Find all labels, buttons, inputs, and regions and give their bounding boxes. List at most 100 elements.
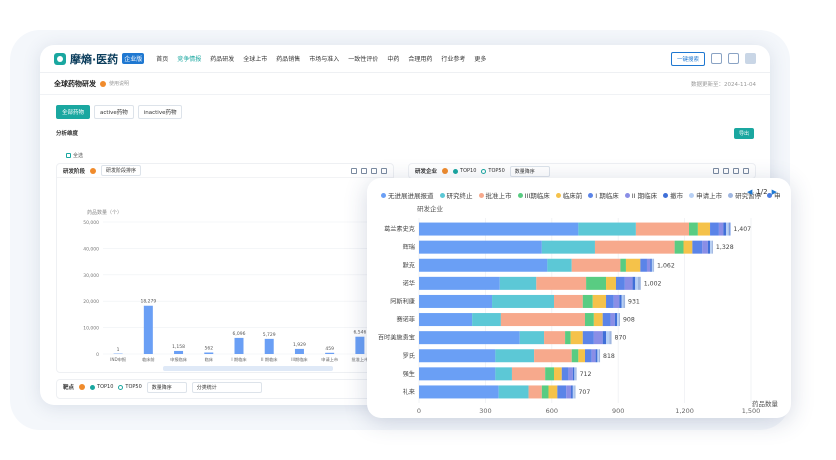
radio-top50[interactable]: TOP50 [481,168,505,174]
bar-segment[interactable] [609,331,612,345]
scrollbar[interactable] [163,366,333,371]
bar-segment[interactable] [606,276,616,290]
bar[interactable] [264,338,274,354]
bar-segment[interactable] [582,294,593,308]
bar-segment[interactable] [707,240,711,254]
bar-segment[interactable] [625,258,641,272]
bar-segment[interactable] [499,276,537,290]
tab-all-drugs[interactable]: 全部药物 [56,105,91,119]
bar-segment[interactable] [568,367,573,381]
bar-segment[interactable] [419,240,542,254]
table-icon[interactable] [723,168,729,174]
bar-segment[interactable] [585,349,592,363]
bar-segment[interactable] [574,367,576,381]
fullscreen-icon[interactable] [713,168,719,174]
bar-segment[interactable] [711,240,713,254]
bar-segment[interactable] [419,349,496,363]
group-select[interactable]: 分类统计 [191,381,262,393]
info-icon[interactable] [79,384,86,390]
bar-segment[interactable] [592,294,607,308]
tab-active-drugs[interactable]: active药物 [94,105,134,119]
bar-segment[interactable] [536,276,587,290]
bar-segment[interactable] [495,367,512,381]
bar-segment[interactable] [635,222,690,236]
bar-segment[interactable] [702,240,708,254]
bar-segment[interactable] [570,331,583,345]
bar-segment[interactable] [620,258,626,272]
bar-segment[interactable] [534,349,572,363]
bar-segment[interactable] [585,313,594,327]
bar-segment[interactable] [646,258,651,272]
bar-segment[interactable] [544,331,566,345]
bar-segment[interactable] [574,385,576,399]
bar-segment[interactable] [613,294,620,308]
sort-select[interactable]: 研发阶段排序 [101,165,142,176]
bar-segment[interactable] [498,385,529,399]
bar-segment[interactable] [692,240,703,254]
bar-segment[interactable] [419,313,473,327]
bar-segment[interactable] [718,222,724,236]
nav-item[interactable]: 药品研发 [210,54,234,63]
sort-select[interactable]: 数量降序 [146,381,187,393]
bar-segment[interactable] [683,240,693,254]
info-icon[interactable] [90,167,97,174]
nav-item[interactable]: 全球上市 [243,54,267,63]
bar-segment[interactable] [653,258,655,272]
logo[interactable]: 摩熵·医药 企业版 [54,51,145,67]
bar-segment[interactable] [545,367,555,381]
bar-segment[interactable] [725,222,729,236]
nav-item[interactable]: 行业参考 [441,54,465,63]
bar-segment[interactable] [511,367,546,381]
bar[interactable] [325,352,335,354]
bar-segment[interactable] [571,385,573,399]
bar-segment[interactable] [729,222,731,236]
bar-segment[interactable] [572,385,575,399]
bar-segment[interactable] [689,222,698,236]
bar-segment[interactable] [419,294,493,308]
bar-segment[interactable] [586,276,607,290]
bar-segment[interactable] [554,367,562,381]
radio-top50[interactable]: TOP50 [118,384,142,390]
bar-segment[interactable] [595,349,598,363]
bar[interactable] [143,305,153,354]
bar-segment[interactable] [419,258,548,272]
bar[interactable] [174,350,184,354]
fullscreen-icon[interactable] [351,167,357,174]
bar-segment[interactable] [565,331,571,345]
bar-segment[interactable] [492,294,555,308]
help-icon[interactable] [100,80,106,87]
bar-segment[interactable] [610,313,615,327]
bar-segment[interactable] [651,258,654,272]
bar-segment[interactable] [640,258,647,272]
bar-segment[interactable] [419,222,579,236]
bar-segment[interactable] [528,385,542,399]
bar-segment[interactable] [602,313,611,327]
bar-segment[interactable] [621,294,624,308]
bar-segment[interactable] [637,276,641,290]
bar[interactable] [234,337,244,354]
tab-inactive-drugs[interactable]: inactive药物 [137,105,183,119]
bar-segment[interactable] [598,349,601,363]
bar-segment[interactable] [561,367,569,381]
bar-segment[interactable] [602,331,607,345]
nav-item[interactable]: 更多 [474,54,486,63]
document-icon[interactable] [728,53,739,64]
info-icon[interactable] [442,168,449,174]
edit-icon[interactable] [711,53,722,64]
bar-segment[interactable] [674,240,684,254]
bar-segment[interactable] [571,258,621,272]
bar-segment[interactable] [554,294,583,308]
bar-segment[interactable] [578,349,585,363]
nav-item[interactable]: 药品销售 [276,54,300,63]
bar-segment[interactable] [557,385,567,399]
help-link[interactable]: 使用说明 [109,80,129,87]
bar-segment[interactable] [594,240,675,254]
sort-select[interactable]: 数量降序 [509,165,550,177]
bar-segment[interactable] [618,313,620,327]
bar-segment[interactable] [591,349,596,363]
nav-item[interactable]: 竞争情报 [177,54,201,63]
quick-search-button[interactable]: 一键搜索 [670,51,705,66]
bar-segment[interactable] [582,331,594,345]
bar-segment[interactable] [614,313,618,327]
bar-segment[interactable] [578,222,636,236]
